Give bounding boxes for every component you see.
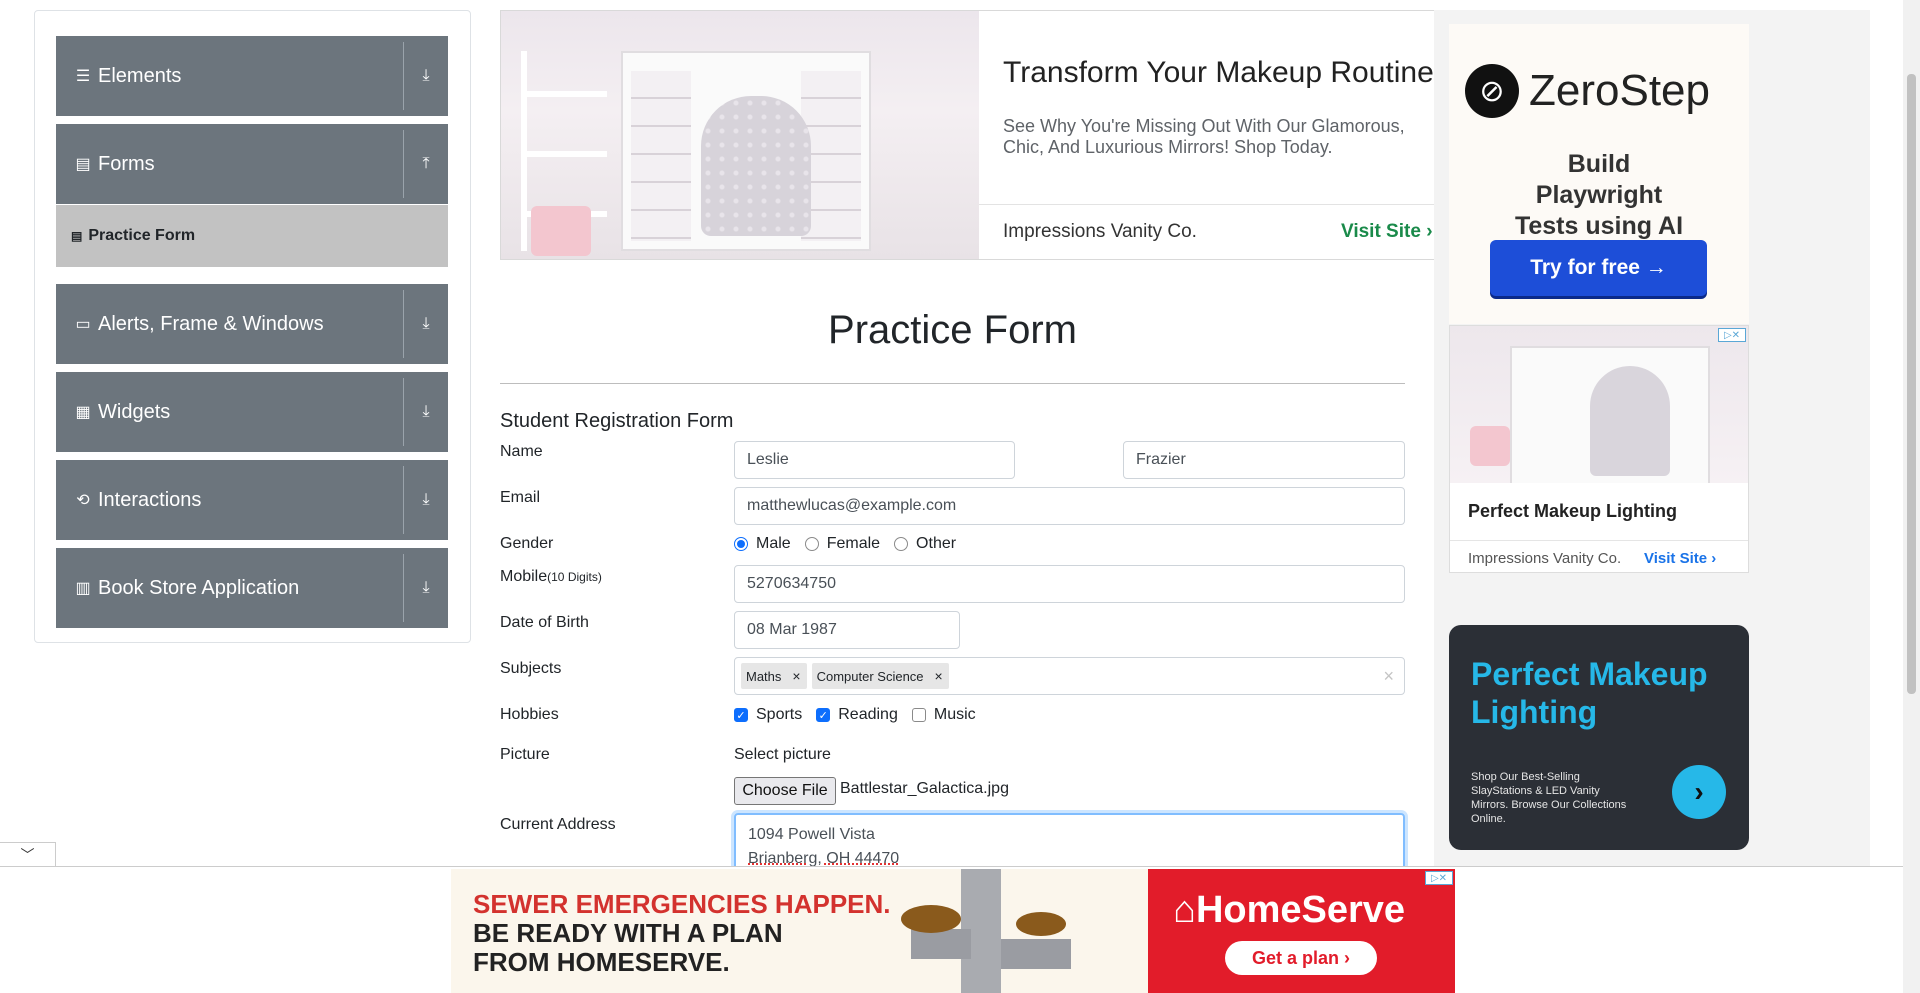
subjects-label: Subjects — [500, 660, 562, 677]
visit-site-link[interactable]: Visit Site › — [1341, 221, 1433, 243]
gender-female-radio[interactable]: Female — [804, 535, 880, 553]
mobile-hint: (10 Digits) — [547, 570, 602, 584]
date-of-birth-input[interactable]: 08 Mar 1987 — [734, 611, 960, 649]
adchoices-icon[interactable]: ▷✕ — [1718, 328, 1746, 342]
picture-label: Picture — [500, 746, 550, 763]
ad-description: See Why You're Missing Out With Our Glam… — [1003, 116, 1405, 157]
interactions-icon: ⟲ — [76, 492, 90, 509]
group-label: Book Store Application — [98, 576, 300, 599]
pipes-illustration — [901, 869, 1071, 993]
zerostep-brand: ZeroStep — [1529, 66, 1710, 115]
try-for-free-button[interactable]: Try for free → — [1490, 240, 1707, 296]
mobile-input[interactable]: 5270634750 — [734, 565, 1405, 603]
hobby-music-checkbox[interactable]: Music — [911, 706, 976, 724]
chevron-right-icon: › — [1426, 221, 1433, 242]
form-icon: ▤ — [71, 229, 83, 243]
remove-chip-icon[interactable]: × — [929, 668, 949, 684]
subjects-input[interactable]: Maths × Computer Science × × — [734, 657, 1405, 695]
hobby-sports-checkbox[interactable]: ✓ Sports — [734, 706, 802, 724]
sidebar-group-forms[interactable]: ▤ Forms ⤒ — [56, 124, 448, 204]
first-name-input[interactable]: Leslie — [734, 441, 1015, 479]
vanity-image — [501, 11, 979, 259]
chevron-down-icon: ﹀ — [20, 846, 35, 863]
window-icon: ▭ — [75, 316, 91, 333]
homeserve-ad[interactable]: SEWER EMERGENCIES HAPPEN. BE READY WITH … — [451, 869, 1455, 993]
clear-icon[interactable]: × — [1383, 666, 1394, 687]
hobbies-label: Hobbies — [500, 706, 559, 723]
arrow-right-icon[interactable]: › — [1672, 765, 1726, 819]
group-label: Interactions — [98, 488, 202, 511]
divider — [500, 383, 1405, 384]
dob-label: Date of Birth — [500, 614, 589, 631]
slaystation-ad[interactable]: Perfect Makeup Lighting Shop Our Best-Se… — [1449, 625, 1749, 850]
current-address-textarea[interactable]: 1094 Powell Vista Brianberg, OH 44470 — [734, 813, 1405, 873]
scroll-thumb[interactable] — [1907, 74, 1916, 694]
address-label: Current Address — [500, 816, 616, 833]
ad-headline: SEWER EMERGENCIES HAPPEN. — [473, 889, 891, 919]
subject-chip: Maths × — [741, 663, 807, 689]
hobby-reading-checkbox[interactable]: ✓ Reading — [816, 706, 898, 724]
zerostep-tagline: Build Playwright Tests using AI — [1514, 150, 1684, 240]
zerostep-ad[interactable]: ⊘ ZeroStep Build Playwright Tests using … — [1449, 24, 1749, 324]
books-icon: ▥ — [75, 580, 91, 597]
adchoices-icon[interactable]: ▷✕ — [1425, 871, 1453, 885]
scrollbar[interactable] — [1903, 0, 1920, 993]
remove-chip-icon[interactable]: × — [786, 668, 806, 684]
ad-title: Perfect Makeup Lighting — [1468, 501, 1678, 521]
document-icon: ▤ — [75, 156, 91, 173]
sidebar-item-practice-form[interactable]: ▤ Practice Form — [56, 205, 448, 267]
widgets-icon: ▦ — [75, 404, 91, 421]
ad-title: Perfect Makeup Lighting — [1471, 656, 1708, 730]
download-arrow-icon[interactable]: ⤓ — [416, 64, 436, 88]
hamburger-icon: ☰ — [75, 68, 91, 85]
download-arrow-icon[interactable]: ⤓ — [416, 576, 436, 600]
sidebar-group-elements[interactable]: ☰ Elements ⤓ — [56, 36, 448, 116]
homeserve-brand: ⌂HomeServe — [1173, 889, 1406, 931]
mobile-label: Mobile(10 Digits) — [500, 568, 602, 585]
group-label: Elements — [98, 64, 182, 87]
zerostep-logo-icon: ⊘ — [1465, 64, 1519, 118]
gender-label: Gender — [500, 535, 554, 552]
file-name: Battlestar_Galactica.jpg — [840, 780, 1009, 797]
sidebar-group-bookstore[interactable]: ▥ Book Store Application ⤓ — [56, 548, 448, 628]
email-input[interactable]: matthewlucas@example.com — [734, 487, 1405, 525]
sidebar-panel: ☰ Elements ⤓ ▤ Forms ⤒ ▤ Practice Form ▭ Alert… — [34, 10, 471, 643]
ad-subline: BE READY WITH A PLAN FROM HOMESERVE. — [473, 918, 783, 977]
upload-arrow-icon[interactable]: ⤒ — [416, 152, 436, 176]
sidebar-group-widgets[interactable]: ▦ Widgets ⤓ — [56, 372, 448, 452]
download-arrow-icon[interactable]: ⤓ — [416, 312, 436, 336]
name-label: Name — [500, 443, 543, 460]
ad-title: Transform Your Makeup Routine — [1003, 56, 1434, 89]
subject-chip: Computer Science × — [811, 663, 949, 689]
download-arrow-icon[interactable]: ⤓ — [416, 488, 436, 512]
choose-file-button[interactable]: Choose File — [734, 777, 836, 805]
gender-male-radio[interactable]: Male — [734, 535, 791, 553]
sidebar-item-label: Practice Form — [88, 227, 196, 244]
last-name-input[interactable]: Frazier — [1123, 441, 1405, 479]
chevron-right-icon: › — [1711, 550, 1717, 567]
group-label: Widgets — [98, 400, 171, 423]
gender-radio-group: Male Female Other — [734, 535, 970, 553]
sidebar-group-interactions[interactable]: ⟲ Interactions ⤓ — [56, 460, 448, 540]
house-icon: ⌂ — [1173, 889, 1196, 931]
gender-other-radio[interactable]: Other — [894, 535, 956, 553]
ad-advertiser: Impressions Vanity Co. — [1468, 550, 1622, 567]
get-a-plan-button[interactable]: Get a plan › — [1225, 941, 1377, 975]
download-arrow-icon[interactable]: ⤓ — [416, 400, 436, 424]
ad-description: Shop Our Best-Selling SlayStations & LED… — [1471, 771, 1627, 825]
group-label: Forms — [98, 152, 155, 175]
ad-advertiser: Impressions Vanity Co. — [1003, 221, 1197, 242]
group-label: Alerts, Frame & Windows — [98, 312, 324, 335]
collapse-ad-button[interactable]: ﹀ — [0, 842, 56, 866]
vanity-image — [1450, 326, 1748, 483]
top-ad-banner[interactable]: Transform Your Makeup Routine See Why Yo… — [500, 10, 1435, 260]
select-picture-label: Select picture — [734, 746, 831, 763]
form-title: Student Registration Form — [500, 410, 734, 432]
hobbies-checkbox-group: ✓ Sports ✓ Reading Music — [734, 706, 990, 724]
sidebar-group-alerts[interactable]: ▭ Alerts, Frame & Windows ⤓ — [56, 284, 448, 364]
email-label: Email — [500, 489, 541, 506]
page-title: Practice Form — [828, 308, 1077, 352]
mirror-ad[interactable]: ▷✕ Perfect Makeup Lighting Impressions V… — [1449, 325, 1749, 573]
visit-site-link[interactable]: Visit Site › — [1644, 550, 1716, 567]
